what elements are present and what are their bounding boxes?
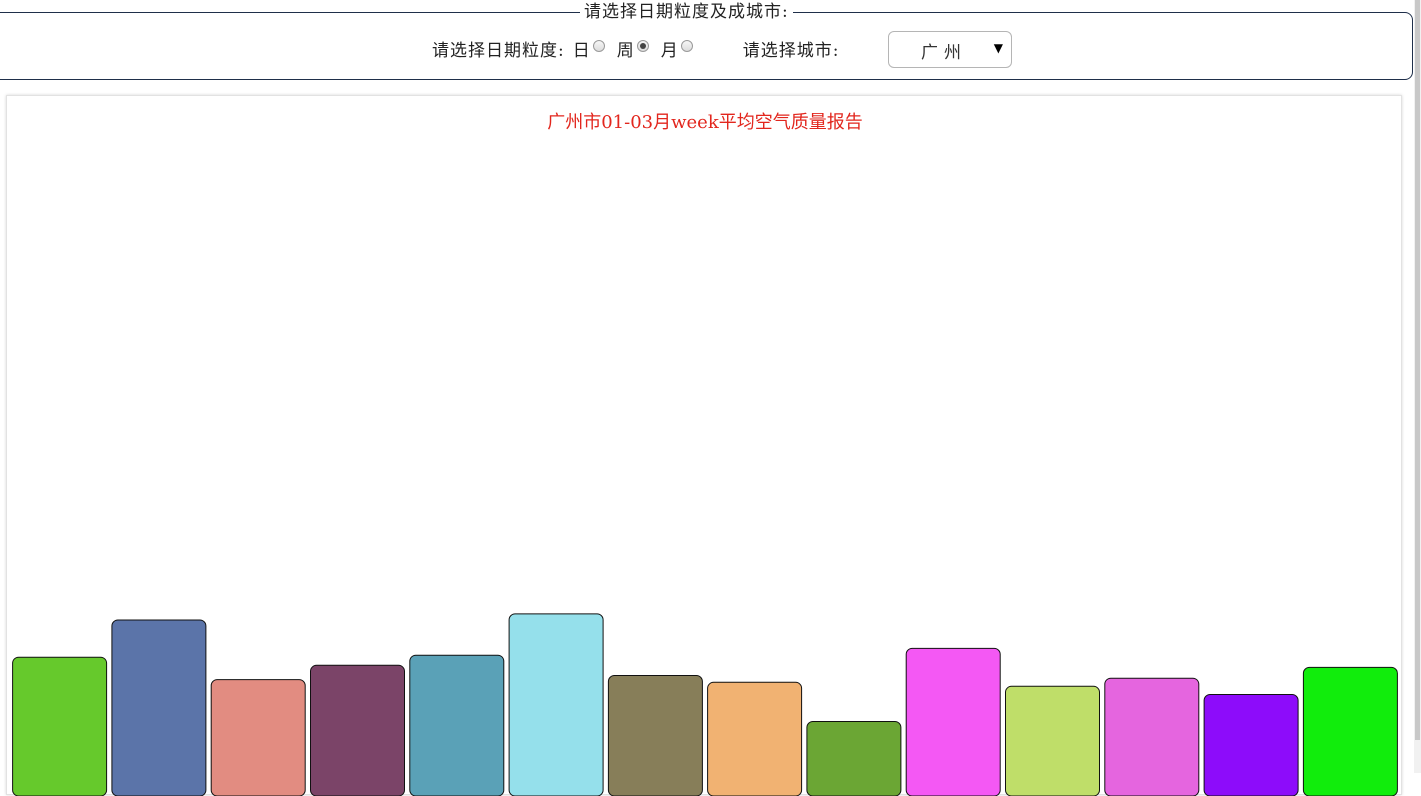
granularity-option-month[interactable]: 月: [661, 36, 699, 61]
bar-8[interactable]: [708, 682, 802, 796]
city-select-value: 广州: [921, 38, 967, 63]
radio-month[interactable]: [681, 40, 693, 52]
bar-1[interactable]: [13, 657, 107, 796]
bar-2[interactable]: [112, 620, 206, 796]
bar-5[interactable]: [410, 655, 504, 796]
dropdown-arrow-icon: ▼: [994, 41, 1003, 55]
bar-6[interactable]: [509, 614, 603, 796]
chart-panel: 广州市01-03月week平均空气质量报告: [6, 95, 1402, 795]
bar-13[interactable]: [1204, 695, 1298, 796]
granularity-option-month-label: 月: [661, 36, 679, 61]
scrollbar-thumb[interactable]: [1415, 0, 1420, 740]
radio-week[interactable]: [637, 40, 649, 52]
city-select[interactable]: 广州 ▼: [888, 31, 1012, 68]
filter-controls: 请选择日期粒度: 日 周 月 请选择城市:: [432, 34, 839, 62]
bar-chart: [7, 96, 1403, 796]
granularity-option-day-label: 日: [573, 36, 591, 61]
filter-legend: 请选择日期粒度及成城市:: [580, 0, 793, 24]
bar-10[interactable]: [906, 648, 1000, 796]
bar-11[interactable]: [1006, 686, 1100, 796]
bar-7[interactable]: [608, 676, 702, 796]
bar-12[interactable]: [1105, 678, 1199, 796]
bar-9[interactable]: [807, 722, 901, 796]
bar-14[interactable]: [1303, 667, 1397, 796]
bar-4[interactable]: [311, 665, 405, 796]
city-label: 请选择城市:: [743, 36, 840, 61]
granularity-label: 请选择日期粒度:: [432, 36, 565, 61]
granularity-option-week-label: 周: [617, 36, 635, 61]
vertical-scrollbar[interactable]: [1414, 0, 1421, 773]
radio-day[interactable]: [593, 40, 605, 52]
granularity-option-day[interactable]: 日: [573, 36, 611, 61]
granularity-radio-group: 日 周 月: [565, 36, 699, 61]
bar-3[interactable]: [211, 680, 305, 796]
granularity-option-week[interactable]: 周: [617, 36, 655, 61]
